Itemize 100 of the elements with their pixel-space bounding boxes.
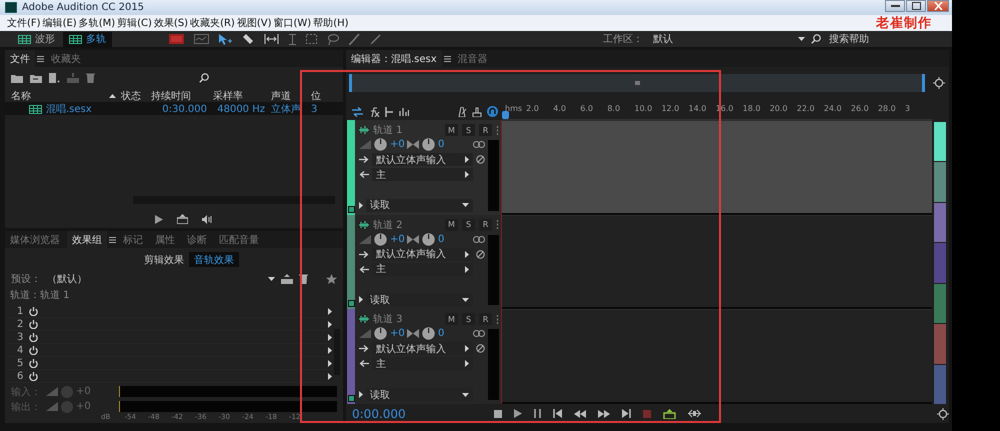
bars-icon[interactable] [399,107,409,116]
panel-menu-icon[interactable] [444,56,451,62]
track-toggle-button[interactable]: R [479,218,492,231]
menu-item[interactable]: 帮助(H) [312,16,350,30]
scroll-grip[interactable] [634,81,640,85]
pan-value[interactable]: 0 [438,139,452,150]
close-button[interactable] [927,0,949,12]
expand-icon[interactable] [359,202,363,209]
marquee-icon[interactable] [306,34,317,44]
power-icon[interactable] [29,358,38,368]
menu-item[interactable]: 剪辑(C) [116,16,153,30]
menu-item[interactable]: 收藏夹(R) [189,16,236,30]
view-button[interactable]: 多轨 [63,32,112,46]
panel-tab[interactable]: 编辑器：混唱.sesx [346,50,442,67]
automation-dropdown[interactable]: 读取 [366,198,473,212]
panel-tab[interactable]: 文件 [5,50,35,67]
rewind-icon[interactable] [574,410,586,418]
no-sign-icon[interactable] [476,155,485,164]
pan-value[interactable]: 0 [438,328,452,340]
mode-toggle[interactable]: 音轨效果 [189,252,239,267]
skip-selection-icon[interactable] [688,409,701,418]
pan-knob[interactable] [422,138,435,151]
panel-tab[interactable]: 收藏夹 [46,50,86,67]
panel-tab[interactable]: 效果组 [67,231,107,248]
power-icon[interactable] [29,346,38,354]
folder-icon[interactable] [30,74,42,82]
no-sign-icon[interactable] [476,250,485,259]
track-header[interactable]: 轨道 3 M S R +0 0 默认立体声输入 主 读取 [347,309,502,404]
menu-item[interactable]: 视图(V) [236,16,272,30]
link-icon[interactable] [473,330,485,338]
pencil-icon[interactable] [370,34,381,44]
column-header[interactable]: 持续时间 [151,89,213,103]
track-toggle-button[interactable]: S [462,124,475,136]
time-select-icon[interactable] [264,34,279,44]
menu-item[interactable]: 多轨(M) [78,16,116,30]
link-icon[interactable] [473,141,485,148]
menu-item[interactable]: 文件(F) [6,16,42,30]
razor-icon[interactable] [242,33,254,45]
trash-icon[interactable] [299,274,308,284]
volume-value[interactable]: +0 [390,139,404,150]
trash-icon[interactable] [86,73,95,83]
fx-icon[interactable] [368,106,380,116]
metronome-icon[interactable] [457,106,467,116]
menu-item[interactable]: 窗口(W) [272,16,312,30]
volume-value[interactable]: +0 [390,328,404,340]
select-tool-icon[interactable] [219,34,232,44]
document-icon[interactable] [49,73,60,83]
track-name[interactable]: 轨道 2 [373,218,403,232]
playhead[interactable] [502,111,509,119]
ibeam-icon[interactable] [289,34,296,44]
track-header[interactable]: 轨道 1 M S R +0 0 默认立体声输入 主 读取 [347,120,502,215]
power-icon[interactable] [29,332,38,342]
workspace-dropdown[interactable]: 默认 [649,32,809,46]
track-header[interactable]: 轨道 2 M S R +0 0 默认立体声输入 主 读取 [347,214,502,310]
panel-tab[interactable]: 媒体浏览器 [5,231,65,248]
pan-knob[interactable] [422,232,435,246]
panel-tab[interactable]: 属性 [150,231,180,248]
zoom-icon[interactable] [933,77,945,89]
search-icon[interactable] [199,73,209,83]
track-name[interactable]: 轨道 3 [373,312,403,326]
link-icon[interactable] [473,236,485,243]
folder-icon[interactable] [11,74,23,82]
panel-menu-icon[interactable] [109,236,116,242]
column-header[interactable]: 采样率 [213,89,271,103]
dropdown-caret-icon[interactable] [268,276,275,280]
fast-forward-icon[interactable] [598,410,610,418]
volume-knob[interactable] [374,327,387,340]
track-toggle-button[interactable]: M [445,124,458,136]
menu-item[interactable]: 编辑(E) [42,16,78,30]
skip-to-start-icon[interactable] [553,409,562,418]
view-button[interactable]: 波形 [12,32,61,46]
speaker-icon[interactable] [202,214,213,224]
volume-knob[interactable] [374,138,387,151]
panel-tab[interactable]: 标记 [118,231,148,248]
column-header[interactable]: 声道 [271,89,311,103]
mode-toggle[interactable]: 剪辑效果 [139,252,189,267]
expand-icon[interactable] [359,296,363,304]
hand-icon[interactable] [472,106,482,116]
pause-icon[interactable] [534,409,541,418]
menu-item[interactable]: 效果(S) [152,16,190,30]
power-icon[interactable] [29,372,38,380]
save-preset-icon[interactable] [281,274,293,284]
column-header[interactable]: 位 [311,89,323,103]
play-icon[interactable] [514,409,522,418]
export-icon[interactable] [177,214,188,224]
brush-icon[interactable] [349,34,360,44]
volume-value[interactable]: +0 [390,234,404,245]
panel-tab[interactable]: 混音器 [452,50,493,67]
panel-tab[interactable]: 诊断 [182,231,212,248]
scrollbar[interactable] [133,196,335,204]
stop-icon[interactable] [494,410,502,418]
volume-knob[interactable] [374,232,387,246]
skip-to-end-icon[interactable] [622,409,631,418]
maximize-button[interactable] [906,0,926,12]
column-header[interactable]: 状态 [121,89,151,103]
panel-menu-icon[interactable] [37,56,44,62]
track-name[interactable]: 轨道 1 [373,123,403,137]
zoom-icon[interactable] [937,408,949,420]
loop-icon[interactable] [487,106,498,117]
pan-value[interactable]: 0 [438,234,452,245]
